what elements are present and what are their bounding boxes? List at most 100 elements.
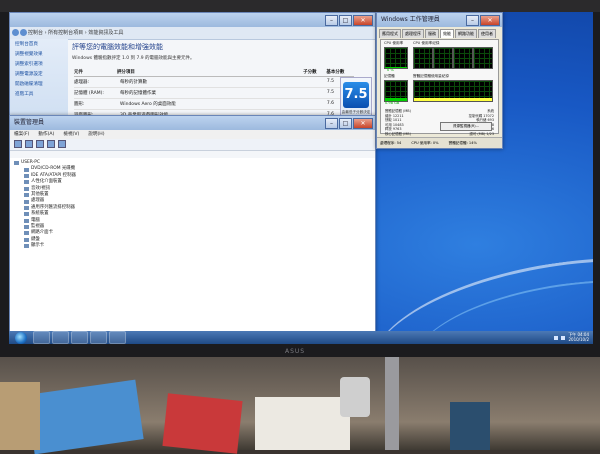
memory-value: 0.98 GB xyxy=(385,101,400,105)
close-button[interactable]: ✕ xyxy=(353,15,373,26)
back-icon[interactable] xyxy=(14,140,22,148)
menu-help[interactable]: 說明(H) xyxy=(88,130,104,139)
row-component: 圖形: xyxy=(74,102,85,107)
perf-sidebar: 控制台首頁 調整視覺效果 調整索引選項 調整電源設定 開啟磁碟清理 進階工具 xyxy=(10,39,68,123)
device-icon xyxy=(24,199,29,204)
row-desc: 每秒的計算數 xyxy=(120,80,147,85)
sidebar-link[interactable]: 調整電源設定 xyxy=(10,69,68,79)
tab-users[interactable]: 使用者 xyxy=(478,29,496,38)
ie-taskbar-icon[interactable] xyxy=(33,331,50,344)
performance-panel: CPU 使用率 0 % CPU 使用率紀錄 記憶體 0.98 GB 實體記憶體使… xyxy=(380,39,499,145)
row-score: 7.5 xyxy=(326,90,334,95)
task-manager-window: Windows 工作管理員 – ✕ 應用程式 處理程序 服務 效能 網路功能 使… xyxy=(376,12,503,149)
media-player-taskbar-icon[interactable] xyxy=(71,331,88,344)
col-basescore: 基本分數 xyxy=(326,70,345,75)
device-icon xyxy=(24,186,29,191)
device-icon xyxy=(24,237,29,242)
close-button[interactable]: ✕ xyxy=(480,15,500,26)
taskmgr-titlebar[interactable]: Windows 工作管理員 – ✕ xyxy=(377,13,502,27)
menu-file[interactable]: 檔案(F) xyxy=(14,130,29,139)
toolbar xyxy=(10,139,375,151)
resource-monitor-button[interactable]: 資源監視器(R)... xyxy=(440,122,492,131)
row-component: 記憶體 (RAM): xyxy=(74,91,104,96)
help-icon[interactable] xyxy=(47,140,55,148)
devmgr-title: 裝置管理員 xyxy=(14,119,45,126)
perf-titlebar[interactable]: – □ ✕ xyxy=(10,13,375,27)
tab-networking[interactable]: 網路功能 xyxy=(455,29,477,38)
sidebar-link[interactable]: 控制台首頁 xyxy=(10,39,68,49)
row-desc: 每秒的記憶體作業 xyxy=(120,91,156,96)
device-tree: USER-PC DVD/CD-ROM 光碟機 IDE ATA/ATAPI 控制器… xyxy=(10,158,375,333)
col-subscore: 子分數 xyxy=(303,70,317,75)
monitor-logo: ASUS xyxy=(285,348,306,355)
col-rated: 評分項目 xyxy=(116,70,135,75)
address-path: 控制台 › 所有控制台項目 › 效能資訊及工具 xyxy=(28,30,124,36)
memory-label: 記憶體 xyxy=(384,74,395,78)
cpu-usage-value: 0 % xyxy=(387,68,394,72)
device-icon xyxy=(24,244,29,249)
status-bar: 處理程序: 54 CPU 使用率: 0% 實體記憶體: 14% xyxy=(377,137,502,148)
tab-services[interactable]: 服務 xyxy=(425,29,439,38)
device-icon xyxy=(24,180,29,185)
sidebar-link[interactable]: 調整索引選項 xyxy=(10,59,68,69)
cpu-usage-gauge xyxy=(384,47,408,69)
forward-icon[interactable] xyxy=(25,140,33,148)
monitor-stand xyxy=(385,357,399,450)
sidebar-link[interactable]: 調整視覺效果 xyxy=(10,49,68,59)
clock[interactable]: 下午 04:04 2010/10/2 xyxy=(568,332,589,342)
forward-arrow-icon[interactable] xyxy=(20,29,27,36)
row-score: 7.5 xyxy=(326,79,334,84)
stat-cell: 認可 (MB) 1/23 xyxy=(469,131,494,136)
device-icon xyxy=(24,173,29,178)
task-manager-taskbar-icon[interactable] xyxy=(109,331,126,344)
clock-date: 2010/10/2 xyxy=(568,336,589,342)
properties-icon[interactable] xyxy=(36,140,44,148)
system-tray: 下午 04:04 2010/10/2 xyxy=(554,332,593,342)
tree-node[interactable]: 顯示卡 xyxy=(14,243,371,249)
table-row: 記憶體 (RAM): 每秒的記憶體作業 7.5 xyxy=(74,88,354,99)
base-score-badge: 7.5 xyxy=(343,82,369,108)
tab-performance[interactable]: 效能 xyxy=(440,29,454,38)
minimize-button[interactable]: – xyxy=(325,15,338,26)
sidebar-link[interactable]: 開啟磁碟清理 xyxy=(10,79,68,89)
cpu-history-graph xyxy=(433,47,453,69)
status-processes: 處理程序: 54 xyxy=(380,141,402,145)
device-icon xyxy=(24,212,29,217)
row-score: 7.6 xyxy=(326,101,334,106)
cpu-history-graph xyxy=(453,47,473,69)
col-component: 元件 xyxy=(74,70,83,75)
memory-history-label: 實體記憶體使用量紀錄 xyxy=(413,74,449,78)
memory-history-graph xyxy=(413,80,493,102)
desk-surface xyxy=(0,357,600,454)
tree-label: 顯示卡 xyxy=(31,243,45,249)
minimize-button[interactable]: – xyxy=(466,15,479,26)
tab-applications[interactable]: 應用程式 xyxy=(379,29,401,38)
page-title: 評等您的電腦效能和增強效能 xyxy=(72,43,163,51)
minimize-button[interactable]: – xyxy=(325,118,338,129)
scan-hardware-icon[interactable] xyxy=(58,140,66,148)
cpu-history-label: CPU 使用率紀錄 xyxy=(413,41,440,45)
tab-processes[interactable]: 處理程序 xyxy=(402,29,424,38)
status-cpu: CPU 使用率: 0% xyxy=(411,141,439,145)
tab-strip: 應用程式 處理程序 服務 效能 網路功能 使用者 xyxy=(377,27,502,38)
performance-window: – □ ✕ 控制台 › 所有控制台項目 › 效能資訊及工具 控制台首頁 調整視覺… xyxy=(9,12,376,132)
explorer-taskbar-icon[interactable] xyxy=(52,331,69,344)
maximize-button[interactable]: □ xyxy=(339,118,352,129)
back-arrow-icon[interactable] xyxy=(12,29,19,36)
perf-main: 評等您的電腦效能和增強效能 Windows 體驗指數評定 1.0 到 7.9 的… xyxy=(72,39,372,132)
start-button[interactable] xyxy=(15,331,27,344)
taskmgr-title: Windows 工作管理員 xyxy=(381,16,440,23)
network-icon[interactable] xyxy=(554,335,559,340)
cup xyxy=(340,377,370,417)
devmgr-titlebar[interactable]: 裝置管理員 – □ ✕ xyxy=(10,116,375,130)
sidebar-link[interactable]: 進階工具 xyxy=(10,89,68,99)
papers xyxy=(255,397,350,450)
device-icon xyxy=(24,205,29,210)
device-icon xyxy=(24,225,29,230)
close-button[interactable]: ✕ xyxy=(353,118,373,129)
volume-icon[interactable] xyxy=(561,335,566,340)
menu-view[interactable]: 檢視(V) xyxy=(63,130,79,139)
device-manager-taskbar-icon[interactable] xyxy=(90,331,107,344)
maximize-button[interactable]: □ xyxy=(339,15,352,26)
menu-action[interactable]: 動作(A) xyxy=(38,130,54,139)
